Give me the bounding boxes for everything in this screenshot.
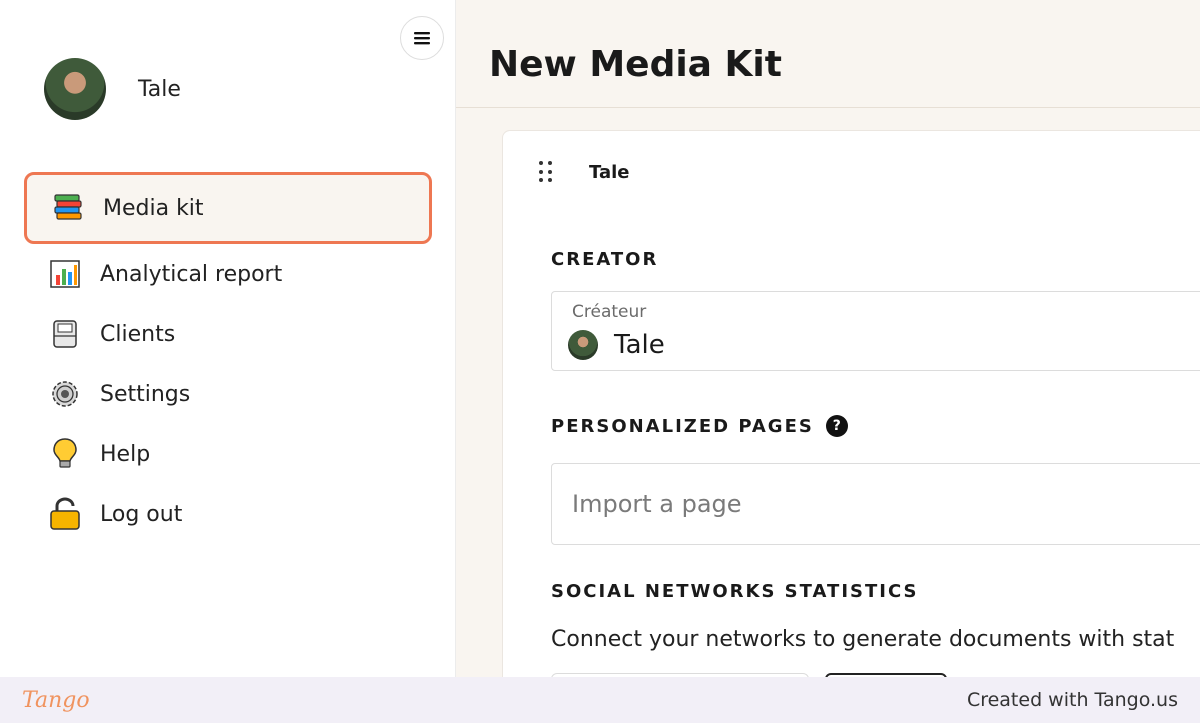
import-page-input[interactable]: Import a page xyxy=(551,463,1200,545)
social-networks-label: SOCIAL NETWORKS STATISTICS xyxy=(551,581,918,602)
social-networks-text: SOCIAL NETWORKS STATISTICS xyxy=(551,581,919,602)
books-icon xyxy=(51,191,85,225)
media-kit-card: Tale CREATOR Créateur Tale PERSONALIZED … xyxy=(502,130,1200,677)
help-circle-icon[interactable]: ? xyxy=(825,415,848,437)
main-content: New Media Kit Tale CREATOR Créateur Tale xyxy=(456,0,1200,677)
user-profile[interactable]: Tale xyxy=(44,58,181,120)
sidebar-item-settings[interactable]: Settings xyxy=(24,364,432,424)
avatar xyxy=(568,330,598,360)
hamburger-icon xyxy=(414,32,430,45)
footer-credit: Created with Tango.us xyxy=(966,689,1178,711)
lightbulb-icon xyxy=(48,437,82,471)
padlock-icon xyxy=(48,497,82,531)
app-window: Tale Media kit Analytical report Clients… xyxy=(0,0,1200,677)
menu-toggle-button[interactable] xyxy=(400,16,444,60)
card-title: Tale xyxy=(589,161,630,183)
card-index-icon xyxy=(48,317,82,351)
social-networks-description: Connect your networks to generate docume… xyxy=(551,627,1175,652)
sidebar-item-label: Media kit xyxy=(103,195,204,221)
sidebar-nav: Media kit Analytical report Clients Sett… xyxy=(24,172,432,544)
sidebar-item-label: Clients xyxy=(100,321,176,347)
tango-logo: Tango xyxy=(22,687,90,713)
profile-name: Tale xyxy=(138,76,181,102)
gear-icon xyxy=(48,377,82,411)
personalized-pages-label: PERSONALIZED PAGES ? xyxy=(551,415,848,437)
creator-section-text: CREATOR xyxy=(551,249,659,270)
creator-field-value: Tale xyxy=(568,330,665,360)
creator-section-label: CREATOR xyxy=(551,249,658,270)
sidebar-item-label: Log out xyxy=(100,501,183,527)
creator-field-label: Créateur xyxy=(572,302,647,322)
drag-handle-icon[interactable] xyxy=(539,161,553,183)
page-title: New Media Kit xyxy=(489,44,782,85)
personalized-pages-text: PERSONALIZED PAGES xyxy=(551,415,814,437)
import-page-placeholder: Import a page xyxy=(572,490,742,518)
sidebar-item-label: Settings xyxy=(100,381,191,407)
creator-name: Tale xyxy=(614,330,665,360)
sidebar-item-help[interactable]: Help xyxy=(24,424,432,484)
bar-chart-icon xyxy=(48,257,82,291)
sidebar-item-analytical-report[interactable]: Analytical report xyxy=(24,244,432,304)
card-header: Tale xyxy=(539,161,629,183)
sidebar: Tale Media kit Analytical report Clients… xyxy=(0,0,456,677)
sidebar-item-log-out[interactable]: Log out xyxy=(24,484,432,544)
sidebar-item-label: Analytical report xyxy=(100,261,283,287)
avatar xyxy=(44,58,106,120)
tango-footer: Tango Created with Tango.us xyxy=(0,677,1200,723)
sidebar-item-label: Help xyxy=(100,441,151,467)
page-header: New Media Kit xyxy=(456,0,1200,108)
creator-select[interactable]: Créateur Tale xyxy=(551,291,1200,371)
sidebar-item-media-kit[interactable]: Media kit xyxy=(24,172,432,244)
sidebar-item-clients[interactable]: Clients xyxy=(24,304,432,364)
